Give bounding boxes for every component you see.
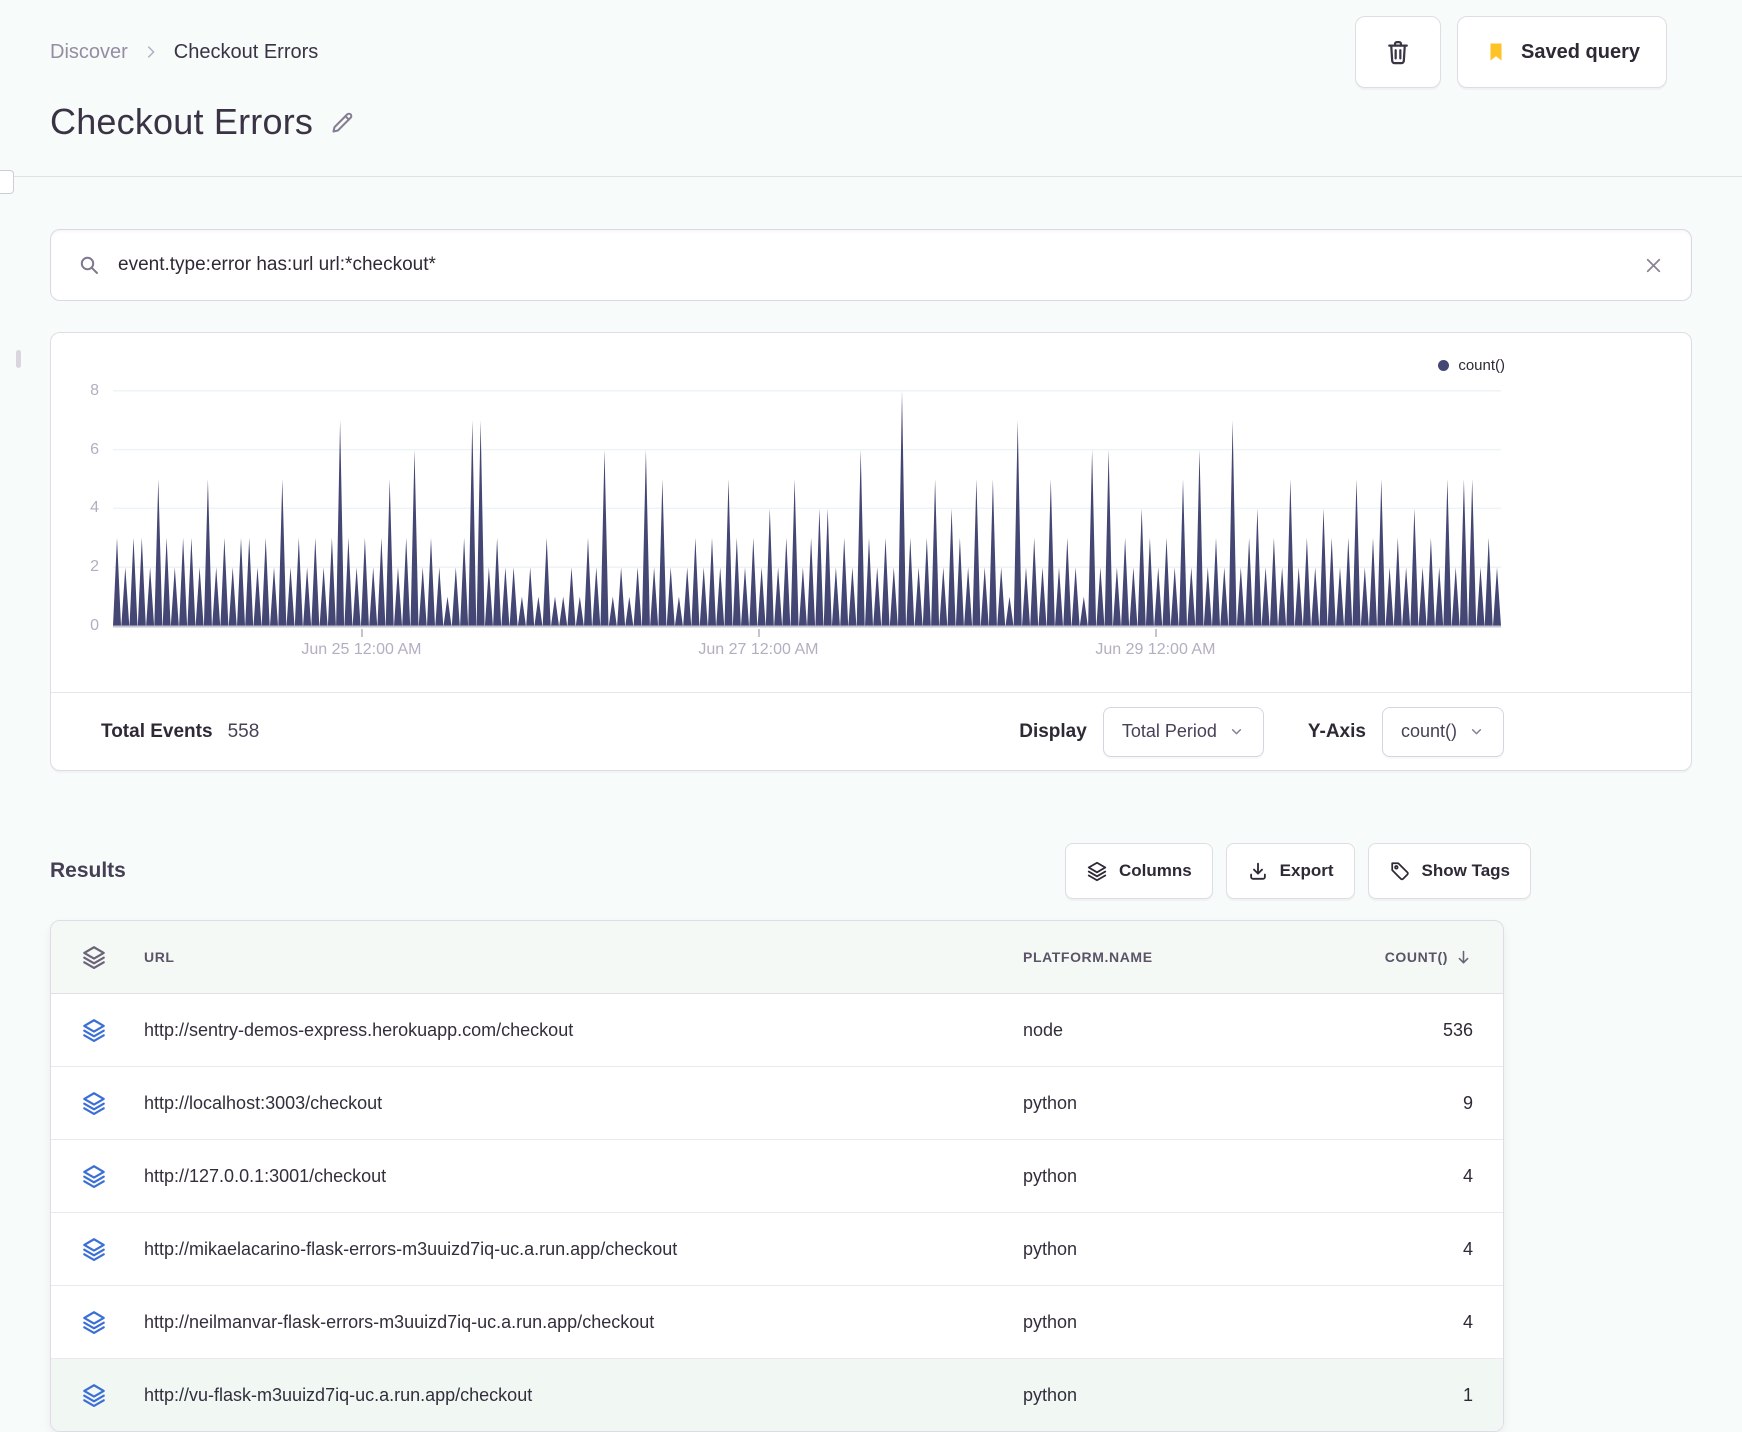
table-row[interactable]: http://neilmanvar-flask-errors-m3uuizd7i…	[51, 1286, 1503, 1359]
row-count[interactable]: 4	[1463, 1166, 1473, 1187]
total-events: Total Events 558	[101, 721, 259, 743]
search-bar[interactable]: event.type:error has:url url:*checkout*	[50, 229, 1692, 301]
clear-search-icon[interactable]	[1642, 254, 1665, 277]
results-table: URL PLATFORM.NAME COUNT() http://sentry-…	[50, 920, 1504, 1432]
table-row[interactable]: http://sentry-demos-express.herokuapp.co…	[51, 994, 1503, 1067]
breadcrumb-discover[interactable]: Discover	[50, 41, 128, 64]
column-header-platform[interactable]: PLATFORM.NAME	[1023, 949, 1333, 965]
trash-icon	[1384, 38, 1412, 66]
row-stack-icon[interactable]	[81, 1017, 144, 1043]
page-title: Checkout Errors	[50, 101, 314, 142]
y-axis-label: 2	[90, 558, 99, 576]
resize-handle[interactable]	[16, 350, 21, 368]
row-stack-icon[interactable]	[81, 1236, 144, 1262]
row-count[interactable]: 536	[1443, 1020, 1473, 1041]
edit-title-pencil-icon[interactable]	[329, 109, 356, 136]
delete-query-button[interactable]	[1355, 16, 1442, 88]
row-url[interactable]: http://neilmanvar-flask-errors-m3uuizd7i…	[144, 1312, 1023, 1333]
yaxis-label: Y-Axis	[1307, 720, 1366, 742]
show-tags-button-label: Show Tags	[1421, 861, 1510, 880]
bookmark-icon	[1484, 40, 1508, 64]
show-tags-button[interactable]: Show Tags	[1367, 843, 1531, 899]
tag-icon	[1389, 860, 1411, 882]
y-axis-label: 8	[90, 381, 99, 399]
x-axis-tick	[1155, 629, 1158, 637]
total-events-value: 558	[227, 720, 260, 742]
columns-button-label: Columns	[1118, 861, 1192, 880]
search-icon	[77, 253, 101, 277]
table-row[interactable]: http://localhost:3003/checkout python 9	[51, 1067, 1503, 1140]
edit-columns-icon[interactable]	[81, 944, 144, 970]
x-axis-label: Jun 29 12:00 AM	[1095, 641, 1216, 658]
display-label: Display	[1019, 720, 1087, 742]
table-row[interactable]: http://mikaelacarino-flask-errors-m3uuiz…	[51, 1213, 1503, 1286]
row-count[interactable]: 4	[1463, 1312, 1473, 1333]
sidebar-collapse-handle[interactable]	[0, 170, 14, 194]
row-url[interactable]: http://sentry-demos-express.herokuapp.co…	[144, 1020, 1023, 1041]
layers-icon	[1086, 860, 1108, 882]
yaxis-dropdown[interactable]: count()	[1381, 706, 1504, 757]
breadcrumb-current: Checkout Errors	[173, 40, 319, 63]
y-axis-label: 4	[90, 499, 99, 517]
chart-panel: count() Total Events 558 Display Total P…	[50, 332, 1692, 771]
results-heading: Results	[50, 859, 126, 882]
saved-query-label: Saved query	[1521, 40, 1640, 63]
results-actions: Columns Export Show Tags	[1064, 843, 1531, 899]
row-url[interactable]: http://mikaelacarino-flask-errors-m3uuiz…	[144, 1239, 1023, 1260]
row-stack-icon[interactable]	[81, 1309, 144, 1335]
sort-descending-icon	[1454, 948, 1473, 967]
chart-controls: Display Total Period Y-Axis count()	[1019, 706, 1504, 757]
y-axis-label: 0	[90, 617, 99, 634]
row-platform[interactable]: python	[1023, 1239, 1333, 1260]
header-divider	[0, 176, 1742, 177]
chevron-down-icon	[1228, 723, 1245, 740]
row-url[interactable]: http://vu-flask-m3uuizd7iq-uc.a.run.app/…	[144, 1385, 1023, 1406]
discover-page: Discover Checkout Errors Saved query Che…	[0, 0, 1742, 1432]
row-platform[interactable]: python	[1023, 1093, 1333, 1114]
display-dropdown-value: Total Period	[1121, 721, 1217, 741]
y-axis-label: 6	[90, 440, 99, 458]
topbar: Discover Checkout Errors Saved query	[50, 0, 1692, 88]
chevron-down-icon	[1468, 723, 1485, 740]
total-events-label: Total Events	[101, 720, 213, 742]
x-axis-label: Jun 27 12:00 AM	[698, 641, 819, 658]
column-header-count[interactable]: COUNT()	[1385, 948, 1473, 967]
row-stack-icon[interactable]	[81, 1382, 144, 1408]
chevron-right-icon	[142, 43, 160, 61]
chart-plot[interactable]	[113, 333, 1501, 629]
yaxis-dropdown-value: count()	[1400, 721, 1457, 741]
topbar-actions: Saved query	[1355, 16, 1667, 88]
row-count[interactable]: 4	[1463, 1239, 1473, 1260]
row-stack-icon[interactable]	[81, 1163, 144, 1189]
columns-button[interactable]: Columns	[1064, 843, 1213, 899]
x-axis-tick	[361, 629, 364, 637]
results-table-header: URL PLATFORM.NAME COUNT()	[51, 921, 1503, 994]
chart-footer: Total Events 558 Display Total Period Y-…	[51, 693, 1691, 770]
results-table-body: http://sentry-demos-express.herokuapp.co…	[51, 994, 1503, 1431]
x-axis-tick	[758, 629, 761, 637]
saved-query-button[interactable]: Saved query	[1457, 16, 1667, 88]
row-count[interactable]: 9	[1463, 1093, 1473, 1114]
download-icon	[1247, 860, 1269, 882]
row-platform[interactable]: python	[1023, 1312, 1333, 1333]
x-axis-label: Jun 25 12:00 AM	[301, 641, 422, 658]
display-dropdown[interactable]: Total Period	[1102, 706, 1264, 757]
row-platform[interactable]: node	[1023, 1020, 1333, 1041]
title-row: Checkout Errors	[50, 98, 1692, 146]
results-row: Results Columns Export Show Tags	[50, 843, 1692, 899]
row-url[interactable]: http://localhost:3003/checkout	[144, 1093, 1023, 1114]
row-platform[interactable]: python	[1023, 1385, 1333, 1406]
table-row[interactable]: http://127.0.0.1:3001/checkout python 4	[51, 1140, 1503, 1213]
table-row[interactable]: http://vu-flask-m3uuizd7iq-uc.a.run.app/…	[51, 1359, 1503, 1431]
breadcrumb: Discover Checkout Errors	[50, 41, 318, 64]
row-platform[interactable]: python	[1023, 1166, 1333, 1187]
row-count[interactable]: 1	[1463, 1385, 1473, 1406]
row-url[interactable]: http://127.0.0.1:3001/checkout	[144, 1166, 1023, 1187]
export-button[interactable]: Export	[1225, 843, 1355, 899]
export-button-label: Export	[1279, 861, 1334, 880]
column-header-url[interactable]: URL	[144, 949, 1023, 965]
search-input[interactable]: event.type:error has:url url:*checkout*	[118, 254, 1625, 276]
row-stack-icon[interactable]	[81, 1090, 144, 1116]
